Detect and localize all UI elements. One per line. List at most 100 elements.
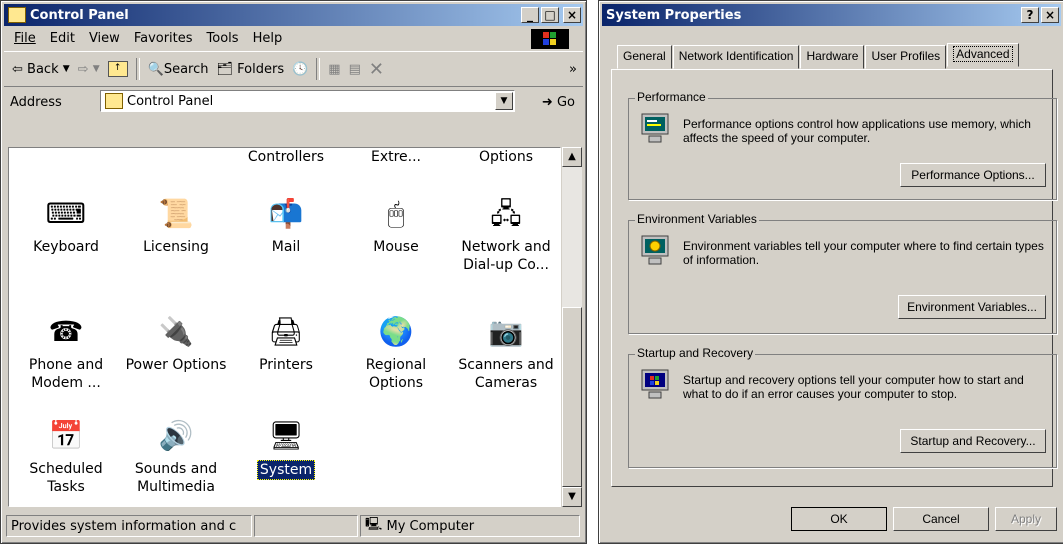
control-panel-item[interactable]: Fonts [121, 147, 231, 148]
menu-help[interactable]: Help [253, 31, 283, 46]
maximize-button[interactable]: □ [541, 7, 559, 23]
menu-bar: File Edit View Favorites Tools Help [4, 27, 583, 49]
menu-view[interactable]: View [89, 31, 120, 46]
close-button[interactable]: × [563, 7, 581, 23]
cancel-button[interactable]: Cancel [893, 507, 989, 531]
search-button[interactable]: 🔍 Search [148, 62, 209, 77]
control-panel-item[interactable]: 🖱 Mouse [341, 196, 451, 256]
control-panel-item[interactable]: 📜 Licensing [121, 196, 231, 256]
control-panel-item[interactable]: 📅 Scheduled Tasks [11, 418, 121, 496]
forward-dropdown-icon[interactable]: ▼ [93, 64, 100, 74]
environment-variables-button[interactable]: Environment Variables... [898, 295, 1046, 319]
menu-tools[interactable]: Tools [207, 31, 239, 46]
back-label: Back [27, 61, 59, 77]
control-panel-item[interactable]: 🌍 Regional Options [341, 314, 451, 392]
system-properties-titlebar[interactable]: System Properties ? × [602, 4, 1061, 26]
control-panel-window: Control Panel _ □ × File Edit View Favor… [0, 0, 587, 544]
scroll-down-icon[interactable]: ▼ [562, 487, 582, 507]
forward-button[interactable]: ⇨ ▼ [78, 62, 100, 77]
menu-favorites-label: Favorites [133, 30, 193, 46]
scroll-up-icon[interactable]: ▲ [562, 147, 582, 167]
control-panel-item-label: System [256, 460, 316, 480]
sounds-icon: 🔊 [158, 419, 194, 452]
status-text: Provides system information and c [6, 515, 252, 537]
control-panel-item[interactable]: 📷 Scanners and Cameras [451, 314, 560, 392]
history-button[interactable]: 🕓 [292, 62, 308, 77]
go-arrow-icon: ➜ [541, 94, 553, 110]
control-panel-item[interactable]: 🔌 Power Options [121, 314, 231, 374]
control-panel-item-label: Power Options [125, 357, 227, 373]
menu-view-label: View [88, 30, 120, 46]
network-icon: 🖧 [490, 197, 522, 230]
tab-hardware[interactable]: Hardware [800, 45, 865, 69]
icon-view[interactable]: Folder Options Fonts Game Controllers Intel… [8, 147, 561, 507]
help-button[interactable]: ? [1021, 7, 1039, 23]
menu-favorites[interactable]: Favorites [134, 31, 193, 46]
advanced-tab-panel: Performance Performance options control … [611, 69, 1057, 487]
tab-network-identification[interactable]: Network Identification [672, 45, 800, 69]
control-panel-item-label: Phone and Modem ... [28, 357, 104, 391]
startup-recovery-group: Startup and Recovery Startup and recover… [628, 346, 1057, 468]
ok-button[interactable]: OK [791, 507, 887, 531]
regional-options-icon: 🌍 [378, 315, 414, 348]
address-input[interactable]: Control Panel ▼ [100, 90, 515, 112]
control-panel-item[interactable]: Folder Options [11, 147, 121, 148]
toolbar-separator [316, 58, 321, 80]
performance-options-button[interactable]: Performance Options... [900, 163, 1046, 187]
performance-group: Performance Performance options control … [628, 90, 1057, 200]
address-dropdown-button[interactable]: ▼ [495, 92, 513, 110]
control-panel-item[interactable]: 🔊 Sounds and Multimedia [121, 418, 231, 496]
copy-to-button[interactable]: ▤ [349, 62, 361, 77]
control-panel-item-label: Scanners and Cameras [458, 357, 554, 391]
performance-description: Performance options control how applicat… [683, 117, 1031, 145]
control-panel-item-label: Scheduled Tasks [29, 461, 103, 495]
up-folder-button[interactable]: ↑ [107, 61, 128, 77]
windows-logo-icon [531, 29, 569, 49]
menu-edit-label: Edit [49, 30, 75, 46]
control-panel-item-label: Mouse [373, 239, 419, 255]
apply-button[interactable]: Apply [995, 507, 1057, 531]
control-panel-item[interactable]: 🖧 Network and Dial-up Co... [451, 196, 560, 274]
toolbar-overflow-button[interactable]: » [569, 62, 577, 77]
back-button[interactable]: ⇦ Back ▼ [12, 62, 70, 77]
control-panel-item[interactable]: ☎ Phone and Modem ... [11, 314, 121, 392]
address-value: Control Panel [127, 93, 214, 109]
tab-general[interactable]: General [617, 45, 672, 69]
menu-file[interactable]: File [14, 31, 36, 46]
system-icon: 🖥 [268, 419, 304, 452]
control-panel-item[interactable]: ⌨ Keyboard [11, 196, 121, 256]
control-panel-titlebar[interactable]: Control Panel _ □ × [4, 4, 583, 26]
control-panel-item[interactable]: 📬 Mail [231, 196, 341, 256]
tab-advanced[interactable]: Advanced [947, 43, 1019, 67]
status-bar: Provides system information and c 🖳 My C… [4, 513, 583, 539]
move-to-button[interactable]: ▦ [328, 62, 340, 77]
control-panel-item[interactable]: Intel(R) Extre... [341, 148, 451, 166]
control-panel-item-label: Printers [259, 357, 313, 373]
folders-icon: 🗂 [216, 61, 234, 77]
go-button[interactable]: ➜ Go [542, 95, 575, 110]
control-panel-item-label: Keyboard [33, 239, 99, 255]
control-panel-folder-icon [105, 93, 123, 109]
control-panel-item-label: Folder Options [13, 147, 119, 148]
control-panel-item[interactable]: 🖥 System [231, 418, 341, 480]
startup-recovery-group-title: Startup and Recovery [635, 346, 756, 360]
scroll-thumb[interactable] [562, 307, 582, 487]
back-dropdown-icon[interactable]: ▼ [63, 64, 70, 74]
menu-edit[interactable]: Edit [50, 31, 75, 46]
scheduled-tasks-icon: 📅 [48, 419, 84, 452]
history-icon: 🕓 [292, 61, 309, 77]
control-panel-item[interactable]: Internet Options [451, 148, 560, 166]
control-panel-item[interactable]: Game Controllers [231, 148, 341, 166]
control-panel-item[interactable]: 🖨 Printers [231, 314, 341, 374]
tab-user-profiles[interactable]: User Profiles [865, 45, 947, 69]
vertical-scrollbar[interactable]: ▲ ▼ [562, 147, 582, 507]
folders-button[interactable]: 🗂 Folders [217, 62, 285, 77]
delete-button[interactable]: ✕ [369, 59, 384, 80]
menu-help-label: Help [252, 30, 283, 46]
copy-to-icon: ▤ [348, 61, 361, 77]
dialog-close-button[interactable]: × [1041, 7, 1059, 23]
search-label: Search [163, 61, 209, 77]
minimize-button[interactable]: _ [521, 7, 539, 23]
menu-file-label: File [14, 30, 36, 46]
startup-recovery-button[interactable]: Startup and Recovery... [900, 429, 1046, 453]
